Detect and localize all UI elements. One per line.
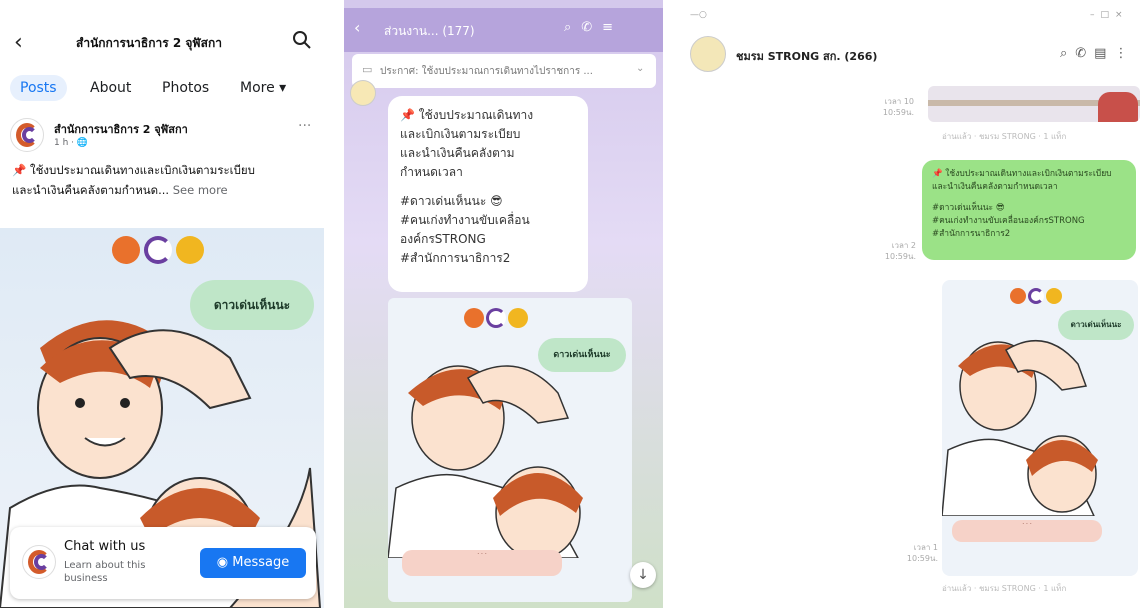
- cartoon-illustration: [942, 339, 1098, 516]
- sent-message-bubble: 📌 ใช้งบประมาณเดินทางและเบิกเงินตามระเบีย…: [922, 160, 1136, 260]
- chevron-down-icon[interactable]: ⌄: [636, 63, 644, 74]
- message-line: 📌 ใช้งบประมาณเดินทาง: [400, 108, 534, 122]
- chat-card-title: Chat with us: [64, 539, 146, 554]
- message-line: [400, 182, 576, 192]
- line-desktop-panel: —○ –□× ชมรม STRONG สก. (266) ⌕✆▤⋮ เวลา 1…: [680, 0, 1147, 608]
- message-image[interactable]: ดาวเด่นเห็นนะ · · ·: [388, 298, 632, 602]
- post-text-line1: 📌 ใช้งบประมาณเดินทางและเบิกเงินตามระเบีย…: [12, 163, 255, 177]
- back-arrow-icon[interactable]: ‹: [354, 18, 360, 37]
- post-author[interactable]: สำนักการนาธิการ 2 จุฬัสกา: [54, 120, 188, 138]
- post-meta: 1 h · 🌐: [54, 138, 89, 148]
- tab-posts[interactable]: Posts: [10, 75, 67, 101]
- read-receipt: อ่านแล้ว · ชมรม STRONG · 1 แท็ก: [942, 132, 1067, 141]
- read-receipt: อ่านแล้ว · ชมรม STRONG · 1 แท็ก: [942, 584, 1067, 593]
- cartoon-illustration: [388, 365, 583, 558]
- message-line: #คนเก่งทำงานขับเคลื่อน: [400, 213, 530, 227]
- megaphone-icon: ▭: [362, 63, 373, 76]
- message-button-label: Message: [232, 555, 290, 570]
- tab-more[interactable]: More ▾: [230, 75, 296, 101]
- message-line: กำหนดเวลา: [400, 165, 463, 179]
- message-time: เวลา 1 10:59น.: [906, 543, 938, 563]
- message-line: และนำเงินคืนคลังตาม: [400, 146, 515, 160]
- message-line: และเบิกเงินตามระเบียบ: [400, 127, 521, 141]
- business-avatar: [22, 545, 56, 579]
- sent-image-message[interactable]: ดาวเด่นเห็นนะ · · ·: [942, 280, 1138, 576]
- header-action-icons[interactable]: ⌕✆▤⋮: [1060, 46, 1135, 61]
- message-line: #คนเก่งทำงานขับเคลื่อนองค์กรSTRONG: [932, 216, 1085, 226]
- header-action-icons[interactable]: ⌕✆≡: [564, 20, 623, 35]
- message-bubble: 📌 ใช้งบประมาณเดินทาง และเบิกเงินตามระเบี…: [388, 96, 588, 292]
- group-avatar[interactable]: [690, 36, 726, 72]
- tab-about[interactable]: About: [80, 75, 141, 101]
- search-icon[interactable]: [292, 30, 312, 50]
- chat-name[interactable]: ชมรม STRONG สก. (266): [736, 47, 877, 65]
- post-text-line2: และนำเงินคืนคลังตามกำหนด...: [12, 183, 170, 197]
- message-line: #ดาวเด่นเห็นนะ 😎: [400, 194, 503, 208]
- message-button[interactable]: ◉ Message: [200, 548, 306, 578]
- more-options-icon[interactable]: ···: [298, 118, 311, 134]
- fb-top-bar: ‹ สำนักการนาธิการ 2 จุฬัสกา: [0, 24, 324, 64]
- previous-image-message[interactable]: [928, 86, 1140, 122]
- message-line: #สำนักการนาธิการ2: [400, 251, 511, 265]
- sender-avatar[interactable]: [350, 80, 376, 106]
- see-more-link[interactable]: See more: [173, 183, 228, 197]
- message-time: เวลา 2 10:59น.: [884, 241, 916, 261]
- line-header: ‹ ส่วนงาน... (177) ⌕✆≡: [344, 8, 663, 52]
- message-line: #สำนักการนาธิการ2: [932, 229, 1011, 239]
- back-arrow-icon[interactable]: ‹: [14, 30, 23, 55]
- message-line: 📌 ใช้งบประมาณเดินทางและเบิกเงินตามระเบีย…: [932, 169, 1112, 179]
- message-line: องค์กรSTRONG: [400, 232, 486, 246]
- note-banner: · · ·: [402, 550, 562, 576]
- window-controls[interactable]: –□×: [1090, 10, 1129, 20]
- message-line: [932, 194, 1126, 202]
- page-avatar[interactable]: [10, 118, 44, 152]
- page-title: สำนักการนาธิการ 2 จุฬัสกา: [76, 36, 222, 50]
- message-line: และนำเงินคืนคลังตามกำหนดเวลา: [932, 182, 1058, 192]
- messenger-icon: ◉: [216, 555, 229, 570]
- note-banner: · · ·: [952, 520, 1102, 542]
- post-text: 📌 ใช้งบประมาณเดินทางและเบิกเงินตามระเบีย…: [12, 160, 312, 200]
- chat-with-us-card: Chat with us Learn about this business ◉…: [10, 527, 316, 599]
- message-line: #ดาวเด่นเห็นนะ 😎: [932, 203, 1005, 213]
- announcement-text: ประกาศ: ใช้งบประมาณการเดินทางไปราชการ ..…: [380, 66, 593, 77]
- post-header: สำนักการนาธิการ 2 จุฬัสกา 1 h · 🌐 ···: [10, 118, 320, 154]
- message-time: เวลา 10 10:59น.: [882, 97, 914, 117]
- line-mobile-panel: ‹ ส่วนงาน... (177) ⌕✆≡ ▭ ประกาศ: ใช้งบปร…: [344, 0, 663, 608]
- window-grip-icon[interactable]: —○: [690, 10, 707, 20]
- chat-title: ส่วนงาน... (177): [384, 24, 475, 38]
- facebook-page-panel: ‹ สำนักการนาธิการ 2 จุฬัสกา Posts About …: [0, 0, 324, 608]
- chat-card-subtitle: Learn about this business: [64, 560, 146, 584]
- tab-photos[interactable]: Photos: [152, 75, 219, 101]
- chat-header: ชมรม STRONG สก. (266) ⌕✆▤⋮: [690, 36, 1140, 76]
- scroll-down-icon[interactable]: ↓: [630, 562, 656, 588]
- announcement-bar[interactable]: ▭ ประกาศ: ใช้งบประมาณการเดินทางไปราชการ …: [352, 54, 656, 88]
